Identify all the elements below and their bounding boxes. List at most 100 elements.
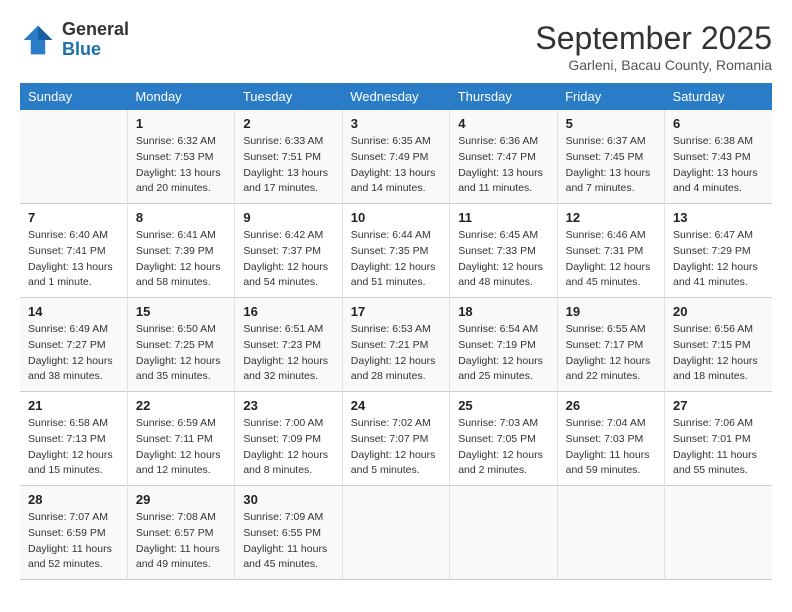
- day-info: Sunrise: 7:04 AMSunset: 7:03 PMDaylight:…: [566, 416, 656, 479]
- day-cell: 5Sunrise: 6:37 AMSunset: 7:45 PMDaylight…: [557, 110, 664, 204]
- day-cell: [342, 486, 449, 580]
- day-number: 19: [566, 304, 656, 319]
- col-header-friday: Friday: [557, 83, 664, 110]
- day-cell: 7 Sunrise: 6:40 AMSunset: 7:41 PMDaylight…: [20, 204, 127, 298]
- day-info: Sunrise: 6:54 AMSunset: 7:19 PMDaylight:…: [458, 322, 548, 385]
- day-cell: 8 Sunrise: 6:41 AMSunset: 7:39 PMDaylight…: [127, 204, 234, 298]
- day-info: Sunrise: 7:03 AMSunset: 7:05 PMDaylight:…: [458, 416, 548, 479]
- day-number: 20: [673, 304, 764, 319]
- day-info: Sunrise: 6:32 AMSunset: 7:53 PMDaylight:…: [136, 134, 226, 197]
- day-cell: 3 Sunrise: 6:35 AMSunset: 7:49 PMDaylight…: [342, 110, 449, 204]
- day-info: Sunrise: 6:53 AMSunset: 7:21 PMDaylight:…: [351, 322, 441, 385]
- day-info: Sunrise: 6:41 AMSunset: 7:39 PMDaylight:…: [136, 228, 226, 291]
- day-cell: 30Sunrise: 7:09 AMSunset: 6:55 PMDayligh…: [235, 486, 342, 580]
- day-number: 26: [566, 398, 656, 413]
- day-cell: 10 Sunrise: 6:44 AMSunset: 7:35 PMDayligh…: [342, 204, 449, 298]
- day-cell: 9 Sunrise: 6:42 AMSunset: 7:37 PMDaylight…: [235, 204, 342, 298]
- week-row-2: 7 Sunrise: 6:40 AMSunset: 7:41 PMDaylight…: [20, 204, 772, 298]
- day-info: Sunrise: 6:33 AMSunset: 7:51 PMDaylight:…: [243, 134, 333, 197]
- col-header-sunday: Sunday: [20, 83, 127, 110]
- day-number: 27: [673, 398, 764, 413]
- day-cell: 16 Sunrise: 6:51 AMSunset: 7:23 PMDayligh…: [235, 298, 342, 392]
- day-cell: 18Sunrise: 6:54 AMSunset: 7:19 PMDayligh…: [450, 298, 557, 392]
- day-number: 16: [243, 304, 333, 319]
- day-number: 7: [28, 210, 119, 225]
- day-cell: 15 Sunrise: 6:50 AMSunset: 7:25 PMDayligh…: [127, 298, 234, 392]
- day-info: Sunrise: 6:59 AMSunset: 7:11 PMDaylight:…: [136, 416, 226, 479]
- day-info: Sunrise: 7:02 AMSunset: 7:07 PMDaylight:…: [351, 416, 441, 479]
- logo-text: General Blue: [62, 20, 129, 60]
- day-number: 11: [458, 210, 548, 225]
- day-info: Sunrise: 7:07 AMSunset: 6:59 PMDaylight:…: [28, 510, 119, 573]
- day-info: Sunrise: 6:44 AMSunset: 7:35 PMDaylight:…: [351, 228, 441, 291]
- day-number: 14: [28, 304, 119, 319]
- day-cell: 4 Sunrise: 6:36 AMSunset: 7:47 PMDaylight…: [450, 110, 557, 204]
- week-row-1: 1 Sunrise: 6:32 AMSunset: 7:53 PMDaylight…: [20, 110, 772, 204]
- day-info: Sunrise: 6:40 AMSunset: 7:41 PMDaylight:…: [28, 228, 119, 291]
- day-info: Sunrise: 6:42 AMSunset: 7:37 PMDaylight:…: [243, 228, 333, 291]
- col-header-monday: Monday: [127, 83, 234, 110]
- calendar-header: SundayMondayTuesdayWednesdayThursdayFrid…: [20, 83, 772, 110]
- day-number: 22: [136, 398, 226, 413]
- day-info: Sunrise: 6:45 AMSunset: 7:33 PMDaylight:…: [458, 228, 548, 291]
- day-cell: 24 Sunrise: 7:02 AMSunset: 7:07 PMDayligh…: [342, 392, 449, 486]
- day-number: 2: [243, 116, 333, 131]
- day-cell: 21 Sunrise: 6:58 AMSunset: 7:13 PMDayligh…: [20, 392, 127, 486]
- day-cell: 1 Sunrise: 6:32 AMSunset: 7:53 PMDaylight…: [127, 110, 234, 204]
- day-cell: 20Sunrise: 6:56 AMSunset: 7:15 PMDayligh…: [665, 298, 772, 392]
- col-header-wednesday: Wednesday: [342, 83, 449, 110]
- calendar-body: 1 Sunrise: 6:32 AMSunset: 7:53 PMDaylight…: [20, 110, 772, 580]
- day-cell: 2 Sunrise: 6:33 AMSunset: 7:51 PMDaylight…: [235, 110, 342, 204]
- week-row-5: 28 Sunrise: 7:07 AMSunset: 6:59 PMDayligh…: [20, 486, 772, 580]
- day-info: Sunrise: 6:51 AMSunset: 7:23 PMDaylight:…: [243, 322, 333, 385]
- day-number: 15: [136, 304, 226, 319]
- day-cell: 11 Sunrise: 6:45 AMSunset: 7:33 PMDayligh…: [450, 204, 557, 298]
- day-cell: [20, 110, 127, 204]
- col-header-thursday: Thursday: [450, 83, 557, 110]
- day-number: 8: [136, 210, 226, 225]
- day-number: 17: [351, 304, 441, 319]
- col-header-saturday: Saturday: [665, 83, 772, 110]
- day-number: 29: [136, 492, 226, 507]
- day-number: 13: [673, 210, 764, 225]
- location-subtitle: Garleni, Bacau County, Romania: [535, 57, 772, 73]
- logo: General Blue: [20, 20, 129, 60]
- day-info: Sunrise: 6:46 AMSunset: 7:31 PMDaylight:…: [566, 228, 656, 291]
- day-info: Sunrise: 6:35 AMSunset: 7:49 PMDaylight:…: [351, 134, 441, 197]
- day-number: 12: [566, 210, 656, 225]
- day-number: 21: [28, 398, 119, 413]
- day-info: Sunrise: 6:50 AMSunset: 7:25 PMDaylight:…: [136, 322, 226, 385]
- day-info: Sunrise: 6:38 AMSunset: 7:43 PMDaylight:…: [673, 134, 764, 197]
- day-info: Sunrise: 7:08 AMSunset: 6:57 PMDaylight:…: [136, 510, 226, 573]
- logo-icon: [20, 22, 56, 58]
- day-number: 1: [136, 116, 226, 131]
- day-number: 28: [28, 492, 119, 507]
- day-info: Sunrise: 6:55 AMSunset: 7:17 PMDaylight:…: [566, 322, 656, 385]
- day-number: 30: [243, 492, 333, 507]
- day-cell: 29 Sunrise: 7:08 AMSunset: 6:57 PMDayligh…: [127, 486, 234, 580]
- day-cell: 23Sunrise: 7:00 AMSunset: 7:09 PMDayligh…: [235, 392, 342, 486]
- week-row-4: 21 Sunrise: 6:58 AMSunset: 7:13 PMDayligh…: [20, 392, 772, 486]
- day-number: 25: [458, 398, 548, 413]
- day-info: Sunrise: 6:58 AMSunset: 7:13 PMDaylight:…: [28, 416, 119, 479]
- day-cell: 14Sunrise: 6:49 AMSunset: 7:27 PMDayligh…: [20, 298, 127, 392]
- day-cell: 17 Sunrise: 6:53 AMSunset: 7:21 PMDayligh…: [342, 298, 449, 392]
- day-number: 3: [351, 116, 441, 131]
- day-number: 4: [458, 116, 548, 131]
- day-cell: 28 Sunrise: 7:07 AMSunset: 6:59 PMDayligh…: [20, 486, 127, 580]
- day-number: 10: [351, 210, 441, 225]
- day-info: Sunrise: 7:00 AMSunset: 7:09 PMDaylight:…: [243, 416, 333, 479]
- day-cell: 26 Sunrise: 7:04 AMSunset: 7:03 PMDayligh…: [557, 392, 664, 486]
- day-info: Sunrise: 6:47 AMSunset: 7:29 PMDaylight:…: [673, 228, 764, 291]
- day-cell: 12 Sunrise: 6:46 AMSunset: 7:31 PMDayligh…: [557, 204, 664, 298]
- day-info: Sunrise: 6:37 AMSunset: 7:45 PMDaylight:…: [566, 134, 656, 197]
- day-cell: 19 Sunrise: 6:55 AMSunset: 7:17 PMDayligh…: [557, 298, 664, 392]
- day-number: 24: [351, 398, 441, 413]
- day-number: 9: [243, 210, 333, 225]
- calendar-table: SundayMondayTuesdayWednesdayThursdayFrid…: [20, 83, 772, 580]
- week-row-3: 14Sunrise: 6:49 AMSunset: 7:27 PMDayligh…: [20, 298, 772, 392]
- day-info: Sunrise: 6:36 AMSunset: 7:47 PMDaylight:…: [458, 134, 548, 197]
- month-title: September 2025: [535, 20, 772, 57]
- page-header: General Blue September 2025 Garleni, Bac…: [20, 20, 772, 73]
- day-cell: [665, 486, 772, 580]
